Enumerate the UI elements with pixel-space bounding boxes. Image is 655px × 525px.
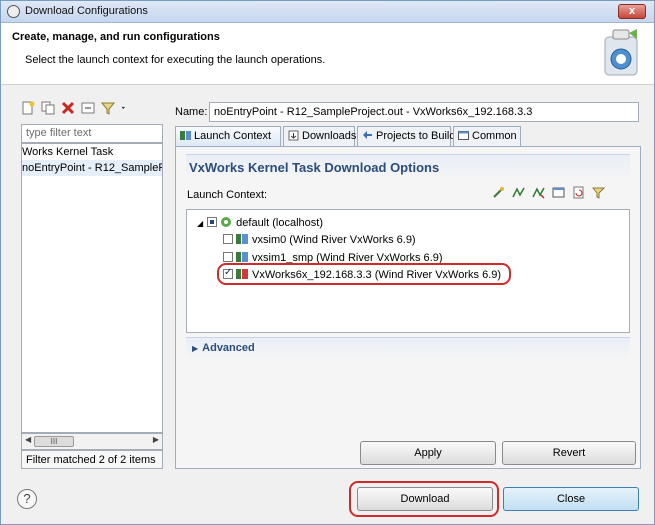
downloads-icon	[288, 130, 299, 141]
header-title: Create, manage, and run configurations	[12, 31, 220, 43]
collapse-all-icon[interactable]	[81, 101, 95, 115]
name-label: Name:	[175, 106, 208, 118]
target-icon	[236, 252, 248, 262]
apply-button[interactable]: Apply	[360, 441, 496, 465]
configurations-toolbar	[21, 101, 132, 119]
tree-configuration-item[interactable]: noEntryPoint - R12_SampleP	[22, 160, 162, 176]
horizontal-scrollbar[interactable]: ◀ III ▶	[21, 433, 163, 450]
properties-icon[interactable]	[552, 186, 565, 199]
disconnect-icon[interactable]	[532, 186, 545, 199]
app-icon	[7, 5, 20, 18]
tab-launch-context[interactable]: Launch Context	[175, 126, 281, 147]
section-title: VxWorks Kernel Task Download Options	[186, 154, 630, 180]
scroll-right-icon[interactable]: ▶	[153, 435, 159, 444]
configuration-tree: Works Kernel Task noEntryPoint - R12_Sam…	[21, 143, 163, 433]
filter-status: Filter matched 2 of 2 items	[21, 450, 163, 469]
launch-context-tree: ◢ default (localhost) vxsim0 (Wind River …	[186, 209, 630, 333]
launch-context-icon	[180, 131, 191, 140]
common-icon	[458, 131, 469, 140]
launch-context-panel: VxWorks Kernel Task Download Options Lau…	[175, 146, 641, 469]
name-field[interactable]: noEntryPoint - R12_SampleProject.out - V…	[209, 102, 639, 122]
new-configuration-icon[interactable]	[21, 101, 35, 115]
tree-root-default[interactable]: ◢ default (localhost)	[197, 216, 323, 229]
new-connection-icon[interactable]	[492, 186, 505, 199]
window-title: Download Configurations	[25, 5, 148, 17]
vxsim0-checkbox[interactable]	[223, 234, 233, 244]
close-button[interactable]: Close	[503, 487, 639, 511]
filter-input[interactable]: type filter text	[21, 124, 163, 143]
tree-item-vxsim0[interactable]: vxsim0 (Wind River VxWorks 6.9)	[223, 233, 416, 246]
advanced-section[interactable]: ▶ Advanced	[186, 337, 630, 359]
tab-downloads[interactable]: Downloads	[283, 126, 356, 146]
scroll-left-icon[interactable]: ◀	[25, 435, 31, 444]
scroll-thumb[interactable]: III	[34, 436, 74, 447]
target-icon	[236, 234, 248, 244]
revert-button[interactable]: Revert	[502, 441, 636, 465]
filter-icon[interactable]	[101, 101, 116, 115]
filter-icon[interactable]	[592, 186, 606, 199]
projects-icon	[363, 131, 372, 139]
header-subtitle: Select the launch context for executing …	[25, 54, 326, 66]
tab-projects-to-build[interactable]: Projects to Build	[357, 126, 455, 146]
tab-common[interactable]: Common	[453, 126, 521, 146]
vxsim1-checkbox[interactable]	[223, 252, 233, 262]
expand-icon[interactable]: ◢	[197, 219, 203, 228]
title-bar: Download Configurations x	[1, 1, 654, 23]
host-icon	[221, 217, 232, 227]
launch-configurations-icon	[604, 29, 638, 76]
dialog-header: Create, manage, and run configurations S…	[1, 23, 654, 85]
chevron-down-icon[interactable]	[121, 101, 129, 115]
highlight-annotation	[217, 263, 511, 285]
delete-icon[interactable]	[61, 101, 75, 115]
refresh-icon[interactable]	[572, 186, 585, 199]
help-icon[interactable]: ?	[17, 489, 37, 509]
root-checkbox[interactable]	[207, 217, 218, 227]
tree-category[interactable]: Works Kernel Task	[22, 144, 162, 160]
duplicate-icon[interactable]	[41, 101, 55, 115]
download-configurations-dialog: Download Configurations x Create, manage…	[0, 0, 655, 525]
launch-context-label: Launch Context:	[187, 189, 268, 201]
chevron-right-icon: ▶	[192, 344, 199, 353]
download-highlight-annotation	[349, 481, 499, 517]
window-close-button[interactable]: x	[618, 4, 646, 19]
launch-context-toolbar	[492, 186, 609, 199]
connect-icon[interactable]	[512, 186, 525, 199]
